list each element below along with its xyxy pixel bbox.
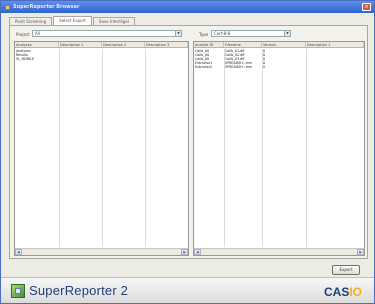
brand-logo: CASIO [324, 285, 362, 299]
tab-point-screening[interactable]: Point Screening [9, 17, 53, 25]
table-header: Analyte ID Filename Version Description … [194, 42, 364, 48]
type-select[interactable]: Cert-8-8 ▼ [211, 30, 291, 37]
tab-panel: Project All ▼ Type Cert-8-8 ▼ Analyses D… [9, 25, 368, 259]
table-cell: 0 [263, 65, 266, 69]
column-header[interactable]: Analyses [15, 42, 59, 47]
horizontal-scrollbar[interactable]: ◀ ▶ [194, 248, 364, 255]
app-icon [5, 4, 10, 10]
main-window: SuperReporter Browser × Point Screening … [0, 0, 375, 304]
horizontal-scrollbar[interactable]: ◀ ▶ [15, 248, 188, 255]
close-icon[interactable]: × [362, 3, 371, 11]
table-row[interactable]: Extractor2 SPREADSH...mm 0 [194, 65, 364, 69]
table-cell: SL_MOBILE [16, 57, 35, 61]
scroll-right-icon[interactable]: ▶ [357, 249, 364, 255]
footer-banner: SuperReporter 2 CASIO [1, 277, 374, 303]
column-header[interactable]: Description 3 [145, 42, 188, 47]
column-header[interactable]: Description 2 [102, 42, 145, 47]
type-label: Type [199, 32, 209, 37]
column-header[interactable]: Analyte ID [194, 42, 224, 47]
scroll-right-icon[interactable]: ▶ [181, 249, 188, 255]
scroll-left-icon[interactable]: ◀ [15, 249, 22, 255]
analyses-table[interactable]: Analyses Description 1 Description 2 Des… [14, 41, 189, 256]
table-body: Calib_00 Calib_01.dff 0 Calib_00 Calib_0… [194, 49, 364, 247]
column-header[interactable]: Description 1 [306, 42, 364, 47]
project-select[interactable]: All ▼ [32, 30, 182, 37]
table-cell: SPREADSH...mm [225, 65, 253, 69]
column-header[interactable]: Version [262, 42, 306, 47]
type-select-value: Cert-8-8 [214, 31, 231, 36]
table-header: Analyses Description 1 Description 2 Des… [15, 42, 188, 48]
results-table[interactable]: Analyte ID Filename Version Description … [193, 41, 365, 256]
export-button[interactable]: Export [332, 265, 360, 275]
grid-line [145, 49, 146, 247]
title-bar[interactable]: SuperReporter Browser × [1, 1, 374, 13]
grid-line [102, 49, 103, 247]
table-body: Analyses Results SL_MOBILE [15, 49, 188, 247]
column-header[interactable]: Filename [224, 42, 262, 47]
grid-line [262, 49, 263, 247]
tab-save[interactable]: Save Interlligel [92, 17, 135, 25]
app-logo-icon [11, 284, 25, 298]
grid-line [59, 49, 60, 247]
chevron-down-icon[interactable]: ▼ [284, 31, 290, 36]
brand-accent: IO [349, 285, 362, 299]
scroll-left-icon[interactable]: ◀ [194, 249, 201, 255]
project-label: Project [16, 32, 30, 37]
brand-main: CAS [323, 285, 350, 299]
grid-line [306, 49, 307, 247]
product-name: SuperReporter 2 [29, 283, 129, 298]
tab-select-export[interactable]: Select Export [53, 16, 92, 25]
chevron-down-icon[interactable]: ▼ [175, 31, 181, 36]
column-header[interactable]: Description 1 [59, 42, 102, 47]
grid-line [224, 49, 225, 247]
window-title: SuperReporter Browser [13, 4, 80, 10]
project-select-value: All [35, 31, 40, 36]
tab-strip: Point Screening Select Export Save Inter… [9, 16, 136, 25]
table-cell: Extractor2 [195, 65, 213, 69]
